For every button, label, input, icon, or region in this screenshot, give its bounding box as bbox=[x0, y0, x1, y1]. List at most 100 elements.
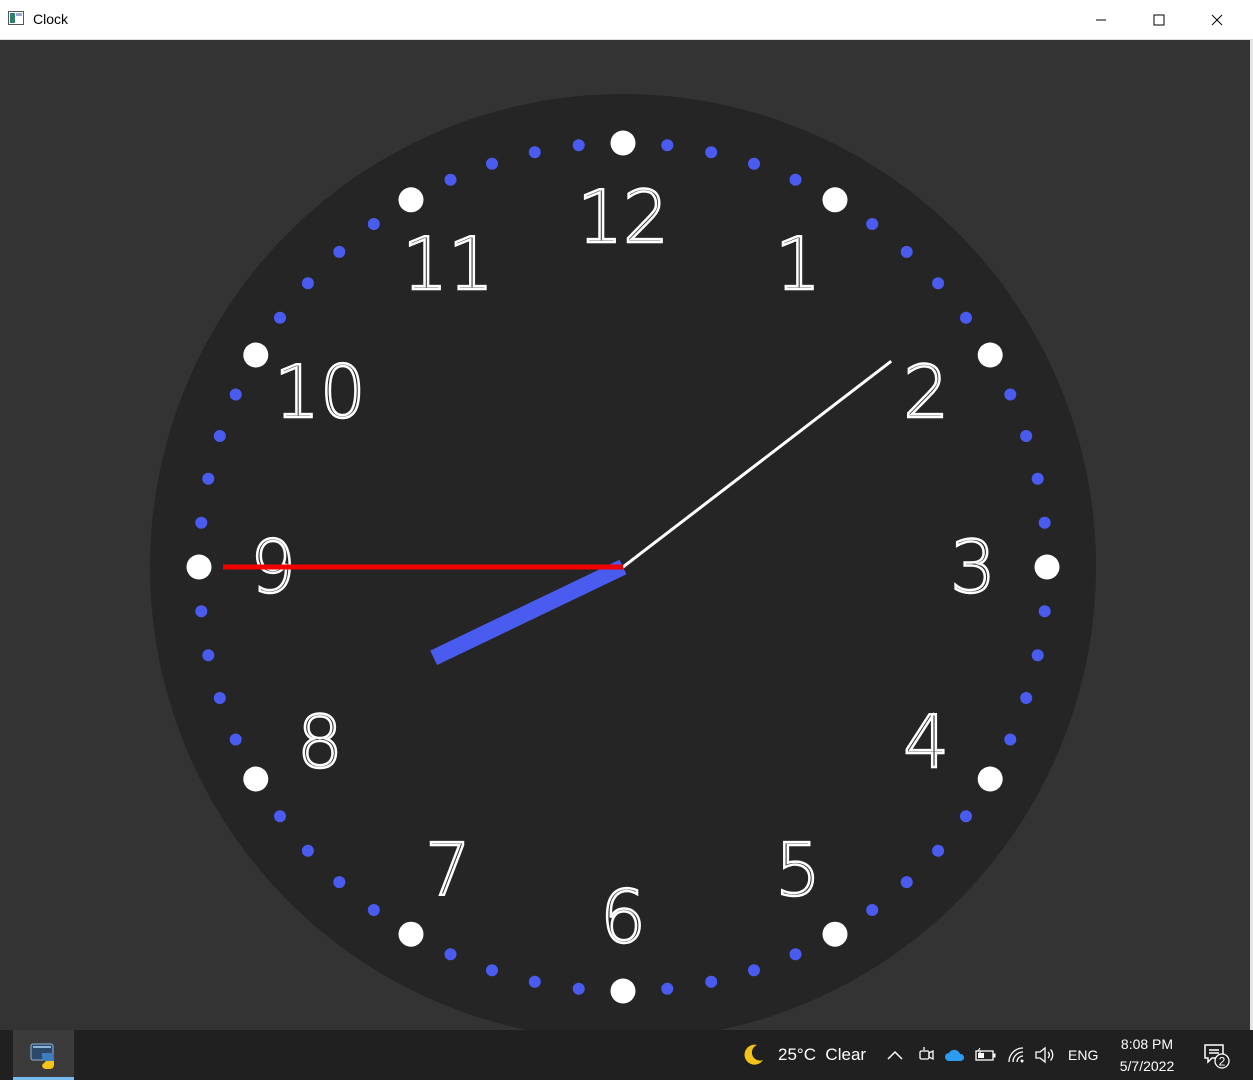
maximize-button[interactable] bbox=[1130, 0, 1188, 39]
clock-numeral: 4 bbox=[903, 700, 949, 784]
minute-marker bbox=[274, 311, 286, 324]
hour-marker bbox=[977, 766, 1003, 792]
close-icon bbox=[1211, 14, 1223, 25]
notification-icon: 2 bbox=[1204, 1044, 1230, 1069]
battery-icon bbox=[975, 1048, 996, 1061]
onedrive-button[interactable] bbox=[944, 1030, 966, 1080]
weather-text[interactable]: 25°C Clear bbox=[778, 1030, 866, 1080]
hour-marker bbox=[243, 766, 269, 792]
minute-marker bbox=[333, 876, 346, 889]
notification-count: 2 bbox=[1219, 1055, 1226, 1069]
minute-marker bbox=[528, 975, 541, 988]
weather-widget[interactable] bbox=[740, 1030, 766, 1080]
hour-marker bbox=[610, 978, 636, 1004]
hour-marker bbox=[398, 921, 424, 947]
minute-marker bbox=[705, 975, 718, 988]
volume-icon bbox=[1035, 1046, 1054, 1064]
minute-marker bbox=[960, 311, 972, 324]
title-bar[interactable]: Clock bbox=[0, 0, 1253, 40]
minute-marker bbox=[572, 982, 585, 995]
minute-marker bbox=[195, 605, 208, 618]
minute-marker bbox=[748, 964, 760, 977]
minute-marker bbox=[866, 904, 879, 916]
minute-marker bbox=[367, 904, 380, 916]
minute-marker bbox=[866, 218, 879, 230]
minute-marker bbox=[301, 844, 314, 857]
clock-numeral: 5 bbox=[775, 828, 821, 912]
minute-marker bbox=[1020, 430, 1033, 442]
minimize-button[interactable] bbox=[1072, 0, 1130, 39]
clock-numeral: 6 bbox=[600, 875, 646, 959]
hour-marker bbox=[1034, 554, 1060, 580]
minute-marker bbox=[1004, 388, 1017, 401]
minute-marker bbox=[932, 277, 945, 290]
taskbar-app-button[interactable] bbox=[13, 1030, 74, 1080]
minute-marker bbox=[486, 157, 498, 170]
clock-numeral: 8 bbox=[297, 700, 343, 784]
hour-marker bbox=[822, 187, 848, 213]
maximize-icon bbox=[1153, 14, 1165, 25]
clock-numeral: 11 bbox=[402, 222, 494, 306]
minute-marker bbox=[748, 157, 760, 170]
minute-marker bbox=[486, 964, 498, 977]
onedrive-cloud-icon bbox=[945, 1049, 965, 1061]
minute-marker bbox=[1031, 472, 1044, 485]
minute-marker bbox=[900, 245, 913, 258]
volume-button[interactable] bbox=[1034, 1030, 1056, 1080]
taskbar-clock[interactable]: 8:08 PM 5/7/2022 bbox=[1110, 1030, 1184, 1080]
clock-numeral: 12 bbox=[577, 175, 669, 259]
minute-marker bbox=[705, 146, 718, 159]
minute-marker bbox=[202, 472, 215, 485]
close-button[interactable] bbox=[1188, 0, 1246, 39]
hour-marker bbox=[977, 342, 1003, 368]
clock-numeral: 3 bbox=[950, 525, 996, 609]
clock-numeral: 10 bbox=[274, 350, 366, 434]
minute-marker bbox=[444, 173, 457, 186]
minute-marker bbox=[661, 139, 674, 152]
minute-marker bbox=[274, 810, 286, 823]
minute-marker bbox=[1038, 516, 1051, 529]
minute-marker bbox=[789, 173, 802, 186]
minute-marker bbox=[195, 516, 208, 529]
meet-now-icon bbox=[919, 1047, 934, 1061]
minute-marker bbox=[444, 948, 457, 961]
minute-marker bbox=[572, 139, 585, 152]
moon-icon bbox=[744, 1044, 763, 1065]
meet-now-button[interactable] bbox=[918, 1030, 934, 1080]
notification-center-button[interactable]: 2 bbox=[1203, 1030, 1231, 1080]
wifi-icon bbox=[1008, 1047, 1024, 1063]
clock-canvas: 12 1 2 3 4 5 6 7 8 9 10 11 bbox=[0, 40, 1250, 1030]
minute-marker bbox=[661, 982, 674, 995]
taskbar-time: 8:08 PM bbox=[1120, 1036, 1174, 1052]
taskbar-date: 5/7/2022 bbox=[1119, 1058, 1175, 1074]
show-hidden-icons-button[interactable] bbox=[886, 1030, 904, 1080]
hour-marker bbox=[398, 187, 424, 213]
hour-marker bbox=[243, 342, 269, 368]
minute-marker bbox=[229, 733, 242, 746]
window-title: Clock bbox=[33, 11, 69, 27]
chevron-up-icon bbox=[887, 1050, 903, 1060]
minute-marker bbox=[229, 388, 242, 401]
clock-numeral: 7 bbox=[425, 828, 471, 912]
minute-marker bbox=[1031, 649, 1044, 662]
minute-marker bbox=[1020, 692, 1033, 704]
minute-marker bbox=[789, 948, 802, 961]
analog-clock: 121234567891011 bbox=[150, 94, 1096, 1030]
minute-marker bbox=[301, 277, 314, 290]
minute-marker bbox=[202, 649, 215, 662]
taskbar: 25°C Clear ENG 8:08 PM 5/7/2022 2 bbox=[0, 1030, 1253, 1080]
minute-marker bbox=[1038, 605, 1051, 618]
minute-marker bbox=[213, 430, 226, 442]
minute-marker bbox=[1004, 733, 1017, 746]
network-button[interactable] bbox=[1007, 1030, 1027, 1080]
input-language-button[interactable]: ENG bbox=[1068, 1030, 1098, 1080]
battery-button[interactable] bbox=[975, 1030, 997, 1080]
python-app-icon bbox=[30, 1043, 54, 1069]
hour-marker bbox=[186, 554, 212, 580]
minute-marker bbox=[367, 218, 380, 230]
minute-marker bbox=[932, 844, 945, 857]
hour-marker bbox=[822, 921, 848, 947]
app-window-icon bbox=[8, 11, 24, 25]
minute-marker bbox=[528, 146, 541, 159]
clock-numeral: 1 bbox=[775, 222, 821, 306]
